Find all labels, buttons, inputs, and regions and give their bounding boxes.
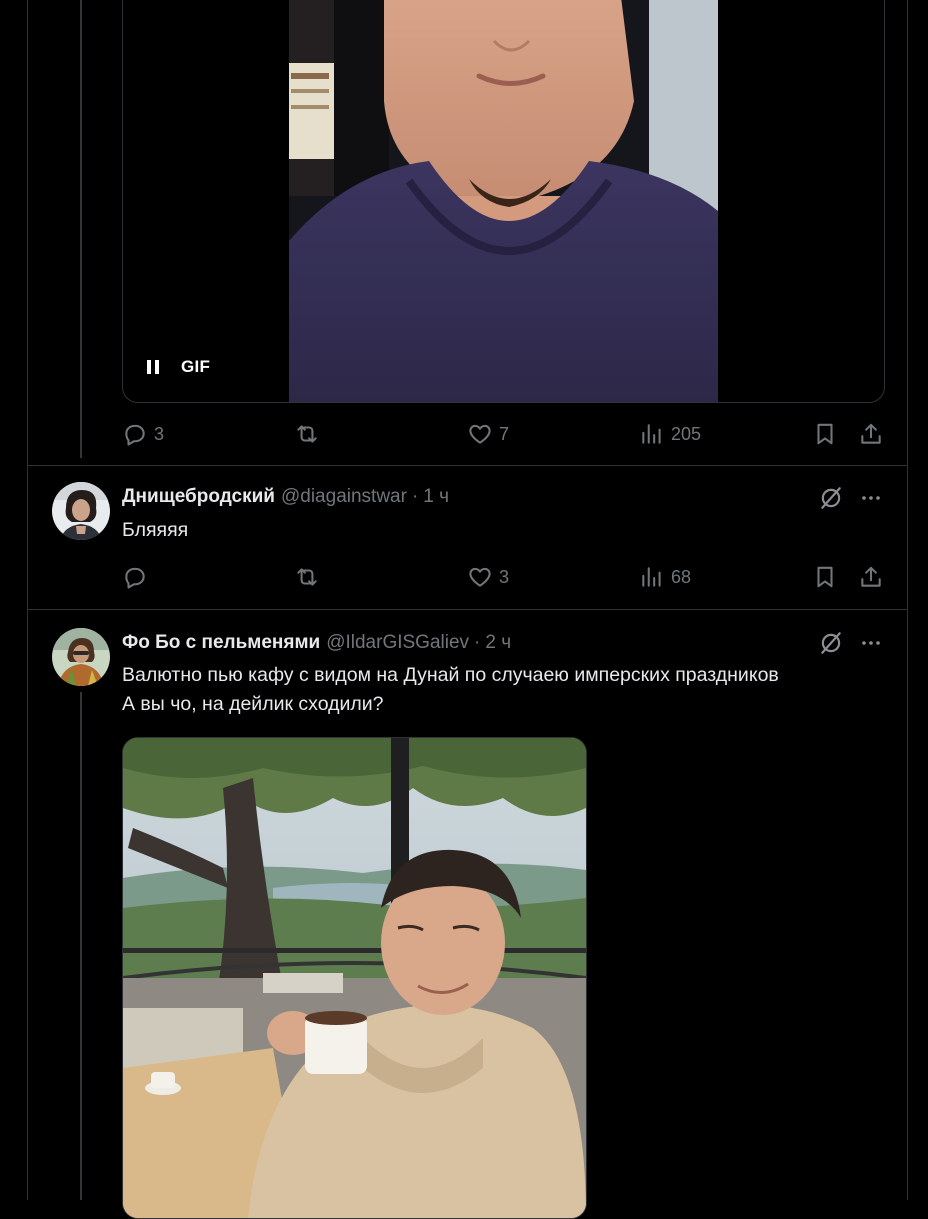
reply-icon xyxy=(125,424,145,446)
avatar[interactable] xyxy=(52,482,110,540)
like-icon xyxy=(469,567,491,587)
more-icon[interactable] xyxy=(859,485,883,511)
like-count: 3 xyxy=(499,567,510,587)
tweet-separator xyxy=(27,609,908,610)
tweet-photo[interactable] xyxy=(122,737,587,1219)
views-icon xyxy=(642,424,661,444)
views-icon xyxy=(642,567,661,587)
timeline-right-border xyxy=(907,0,908,1200)
author-name[interactable]: Фо Бо с пельменями xyxy=(122,632,320,654)
tweet-separator xyxy=(27,465,908,466)
like-button[interactable]: 3 xyxy=(467,562,509,592)
cafe-photo-image xyxy=(123,738,586,1218)
grok-icon[interactable] xyxy=(818,630,844,656)
separator-dot: · xyxy=(474,632,481,653)
repost-icon xyxy=(297,425,317,443)
gif-frame-image xyxy=(289,0,718,402)
tweet-actions-2: 3 68 xyxy=(122,562,884,592)
repost-button[interactable] xyxy=(294,562,326,592)
repost-icon xyxy=(297,568,317,586)
share-button[interactable] xyxy=(858,419,884,449)
tweet-text-line-2: А вы чо, на дейлик сходили? xyxy=(122,693,384,715)
reply-count: 3 xyxy=(154,424,165,444)
gif-controls[interactable]: GIF xyxy=(147,357,210,377)
gif-badge-label: GIF xyxy=(181,357,211,376)
tweet-header: Фо Бо с пельменями @IldarGISGaliev · 2 ч xyxy=(122,632,511,654)
gif-media[interactable]: GIF xyxy=(122,0,885,403)
repost-button[interactable] xyxy=(294,419,326,449)
bookmark-icon xyxy=(817,566,833,588)
share-button[interactable] xyxy=(858,562,884,592)
more-icon[interactable] xyxy=(859,630,883,656)
tweet-text-line-1: Валютно пью кафу с видом на Дунай по слу… xyxy=(122,664,779,686)
share-icon xyxy=(861,423,881,444)
tweet-text: Бляяяя xyxy=(122,519,189,541)
like-button[interactable]: 7 xyxy=(467,419,509,449)
reply-icon xyxy=(125,567,145,589)
views-button[interactable]: 68 xyxy=(639,562,691,592)
thread-line-top xyxy=(80,0,82,458)
pause-icon[interactable] xyxy=(147,360,159,374)
views-button[interactable]: 205 xyxy=(639,419,701,449)
reply-button[interactable] xyxy=(122,562,154,592)
tweet-header: Днищебродский @diagainstwar · 1 ч xyxy=(122,486,449,508)
timeline-left-border xyxy=(27,0,28,1200)
thread-line-reply2 xyxy=(80,692,82,1200)
reply-button[interactable]: 3 xyxy=(122,419,164,449)
like-count: 7 xyxy=(499,424,510,444)
avatar[interactable] xyxy=(52,628,110,686)
bookmark-icon xyxy=(817,423,833,445)
bookmark-button[interactable] xyxy=(812,419,838,449)
author-handle[interactable]: @diagainstwar xyxy=(281,486,407,508)
author-name[interactable]: Днищебродский xyxy=(122,486,275,508)
views-count: 68 xyxy=(671,567,692,587)
timestamp[interactable]: 1 ч xyxy=(423,486,449,508)
separator-dot: · xyxy=(411,486,419,507)
views-count: 205 xyxy=(671,424,702,444)
bookmark-button[interactable] xyxy=(812,562,838,592)
share-icon xyxy=(861,566,881,587)
tweet-actions-1: 3 7 205 xyxy=(122,419,884,449)
timestamp[interactable]: 2 ч xyxy=(485,632,511,654)
like-icon xyxy=(469,424,491,444)
author-handle[interactable]: @IldarGISGaliev xyxy=(326,632,469,654)
grok-icon[interactable] xyxy=(818,485,844,511)
